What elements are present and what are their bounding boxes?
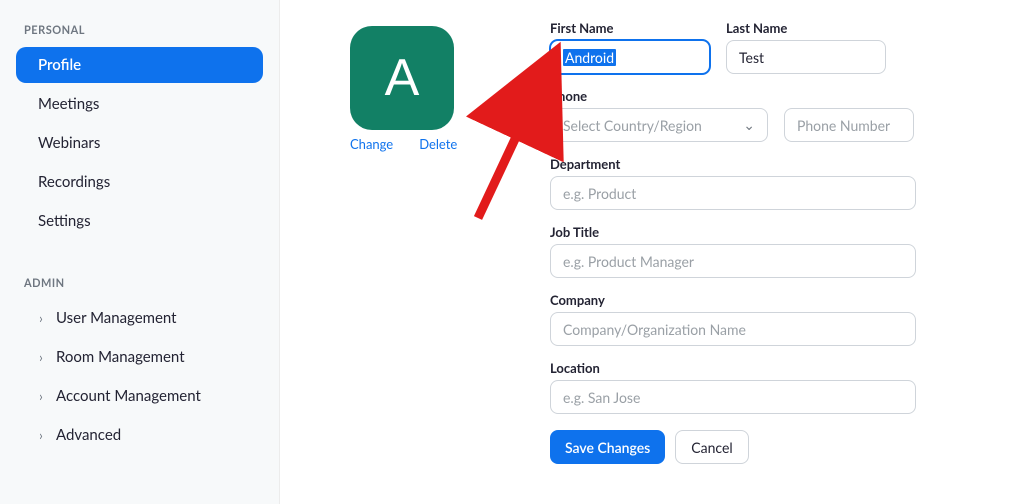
phone-label: Phone — [550, 88, 974, 104]
first-name-value: Android — [563, 49, 616, 66]
job-title-label: Job Title — [550, 224, 974, 240]
avatar-section: A Change Delete — [350, 26, 490, 152]
sidebar-item-account-management[interactable]: › Account Management — [16, 378, 263, 414]
sidebar-item-meetings[interactable]: Meetings — [16, 86, 263, 122]
avatar-initial: A — [385, 48, 420, 108]
job-title-field[interactable] — [550, 244, 916, 278]
sidebar-item-label: User Management — [56, 309, 177, 327]
chevron-right-icon: › — [34, 388, 48, 404]
sidebar-item-room-management[interactable]: › Room Management — [16, 339, 263, 375]
avatar-delete-link[interactable]: Delete — [419, 136, 457, 152]
phone-country-placeholder: Select Country/Region — [563, 117, 702, 134]
chevron-down-icon: ⌄ — [743, 116, 755, 134]
save-button[interactable]: Save Changes — [550, 430, 665, 464]
main-content: A Change Delete First Name Android Last … — [280, 0, 1024, 504]
sidebar-item-label: Room Management — [56, 348, 185, 366]
admin-section-header: ADMIN — [16, 273, 263, 300]
department-field[interactable] — [550, 176, 916, 210]
sidebar-item-settings[interactable]: Settings — [16, 203, 263, 239]
location-label: Location — [550, 360, 974, 376]
phone-country-select[interactable]: Select Country/Region ⌄ — [550, 108, 768, 142]
chevron-right-icon: › — [34, 349, 48, 365]
sidebar-item-label: Settings — [38, 212, 91, 230]
department-label: Department — [550, 156, 974, 172]
sidebar-item-advanced[interactable]: › Advanced — [16, 417, 263, 453]
last-name-field[interactable] — [726, 40, 886, 74]
sidebar-item-label: Meetings — [38, 95, 99, 113]
sidebar-item-label: Profile — [38, 56, 81, 74]
sidebar: PERSONAL Profile Meetings Webinars Recor… — [0, 0, 280, 504]
profile-form: First Name Android Last Name Phone Selec… — [550, 20, 974, 464]
chevron-right-icon: › — [34, 310, 48, 326]
avatar[interactable]: A — [350, 26, 454, 130]
sidebar-item-user-management[interactable]: › User Management — [16, 300, 263, 336]
cancel-button[interactable]: Cancel — [675, 430, 748, 464]
chevron-right-icon: › — [34, 427, 48, 443]
sidebar-item-label: Advanced — [56, 426, 121, 444]
first-name-label: First Name — [550, 20, 710, 36]
company-field[interactable] — [550, 312, 916, 346]
avatar-change-link[interactable]: Change — [350, 136, 393, 152]
company-label: Company — [550, 292, 974, 308]
phone-number-field[interactable] — [784, 108, 914, 142]
last-name-label: Last Name — [726, 20, 886, 36]
sidebar-item-recordings[interactable]: Recordings — [16, 164, 263, 200]
sidebar-item-label: Recordings — [38, 173, 110, 191]
sidebar-item-label: Account Management — [56, 387, 201, 405]
sidebar-item-webinars[interactable]: Webinars — [16, 125, 263, 161]
location-field[interactable] — [550, 380, 916, 414]
first-name-field[interactable]: Android — [550, 40, 710, 74]
sidebar-item-profile[interactable]: Profile — [16, 47, 263, 83]
personal-section-header: PERSONAL — [16, 20, 263, 47]
sidebar-item-label: Webinars — [38, 134, 100, 152]
